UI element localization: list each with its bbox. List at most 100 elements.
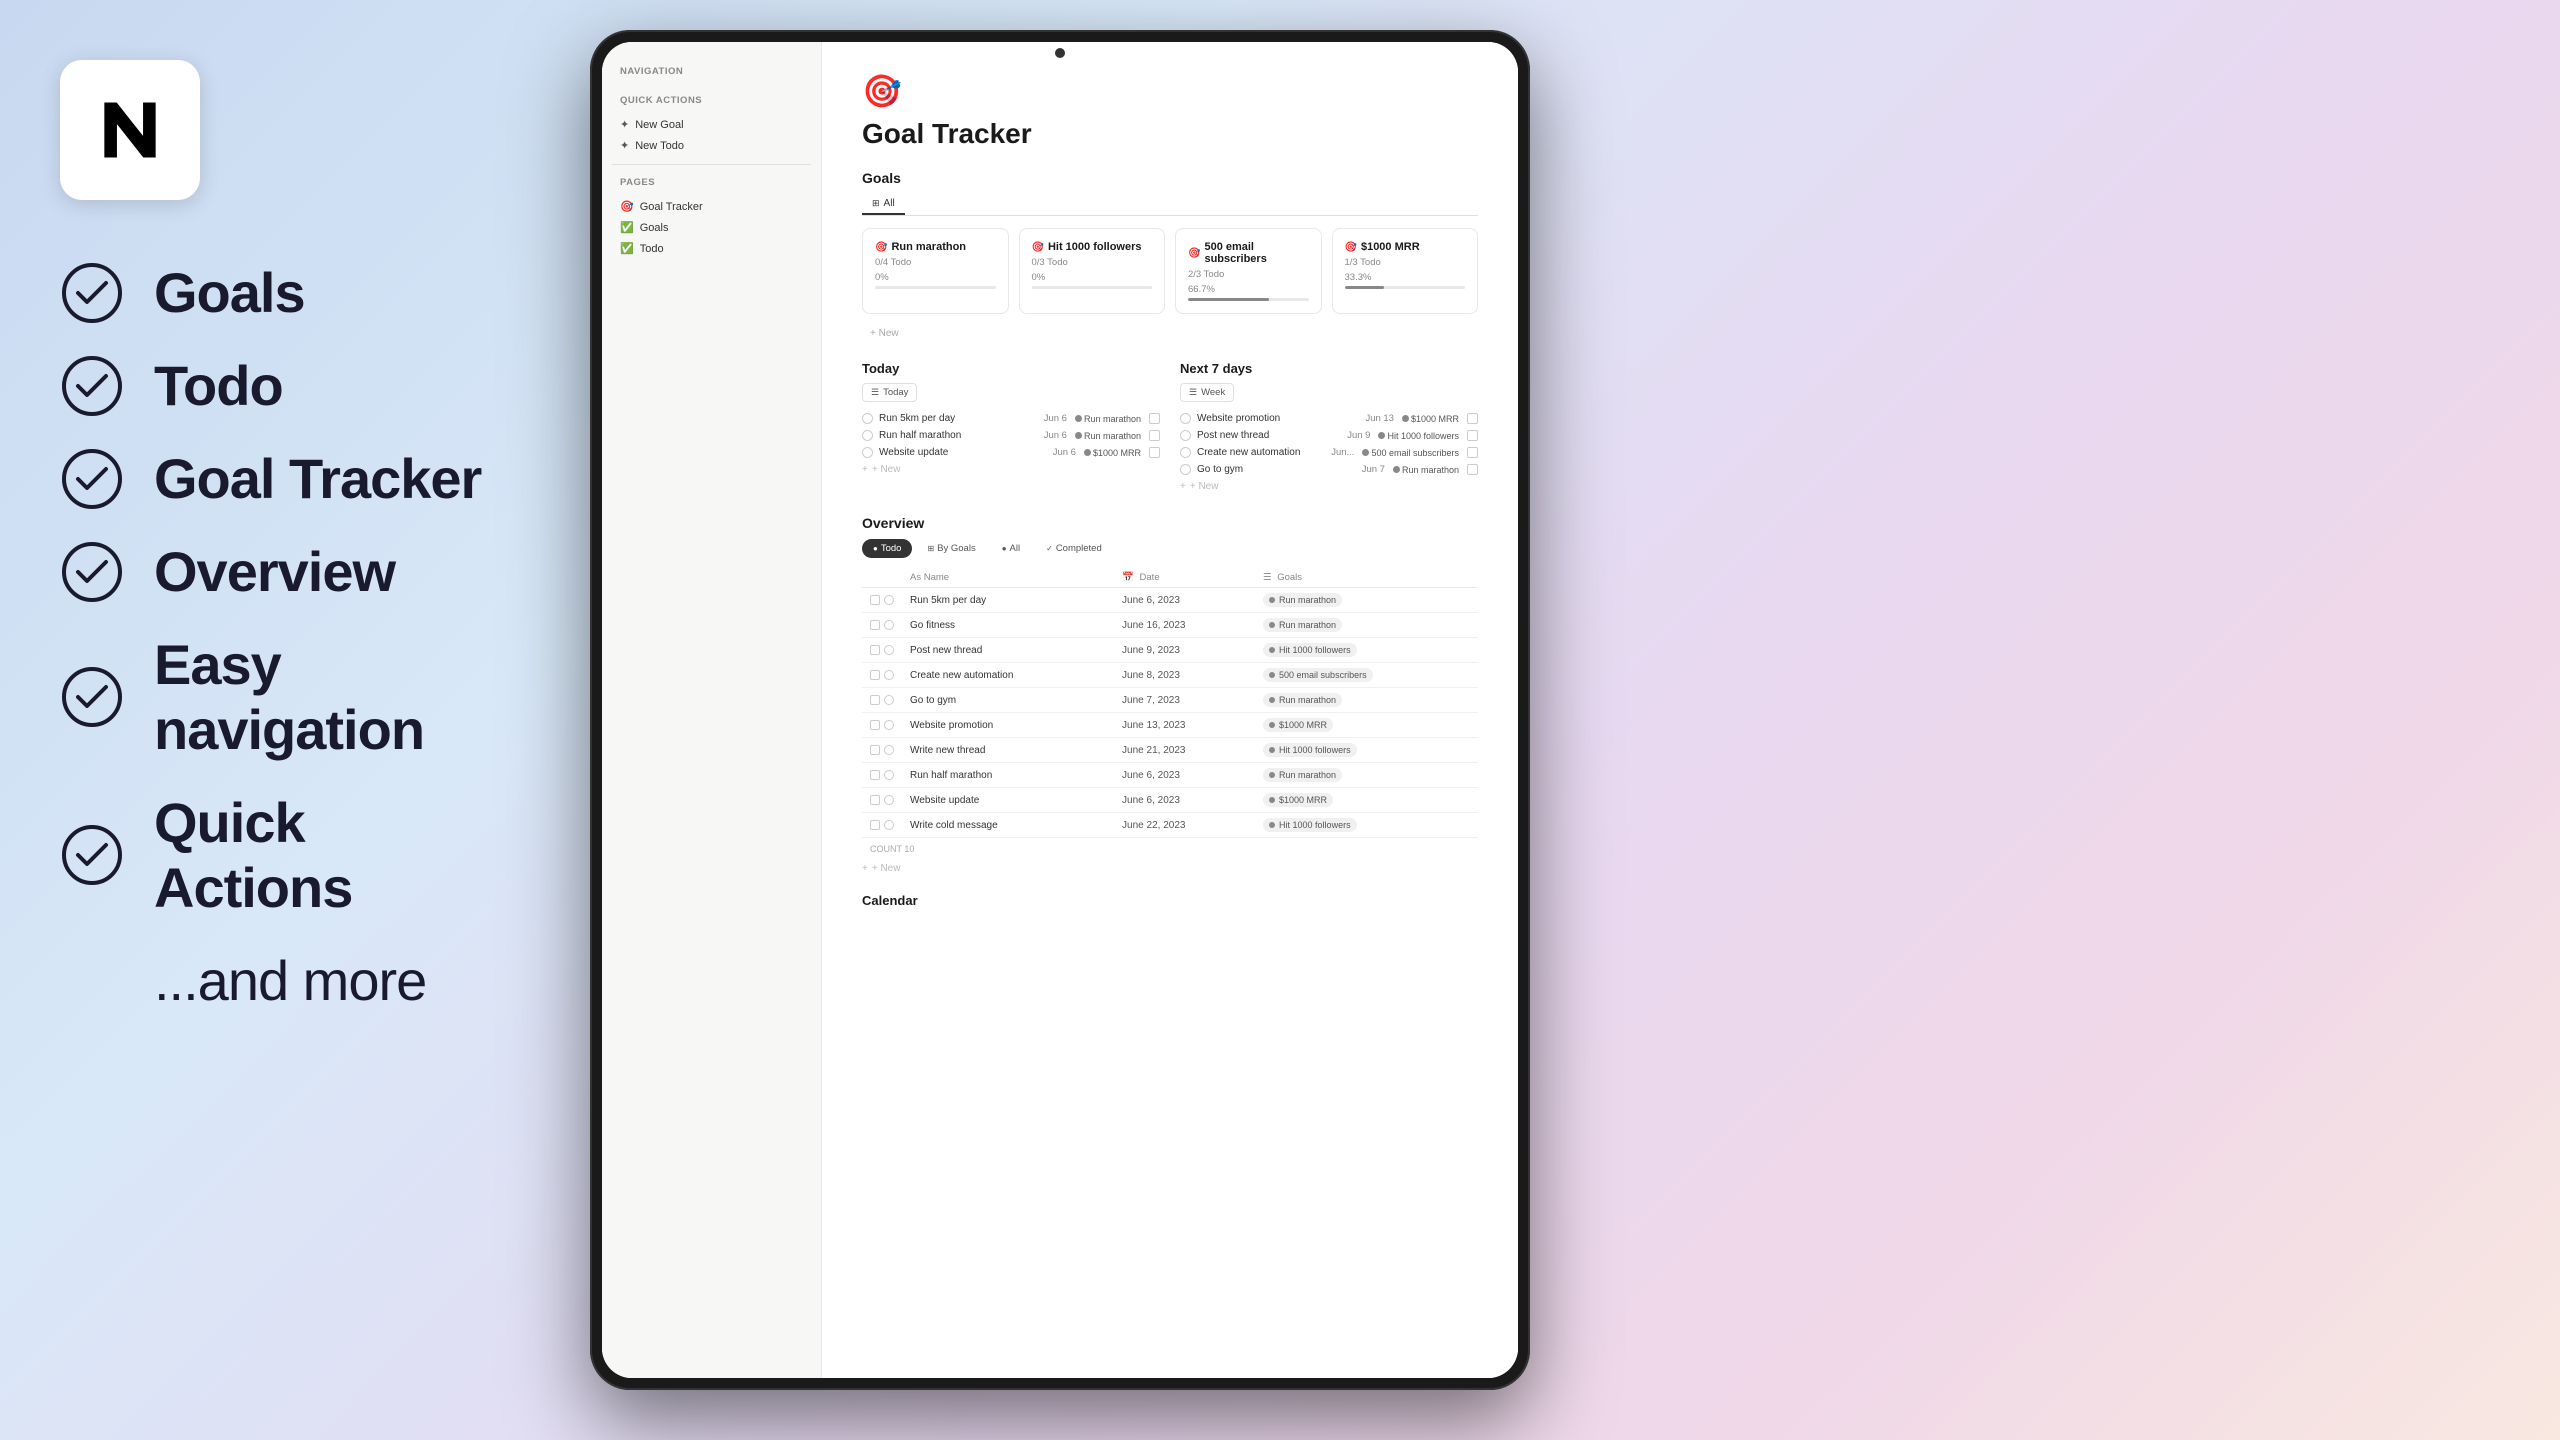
goal-dot-3	[1084, 449, 1091, 456]
row-checkbox-4[interactable]	[870, 695, 880, 705]
feature-todo-label: Todo	[154, 353, 283, 418]
goal-card-run-marathon-progress-bar	[875, 286, 996, 289]
next7-add-label: + New	[1190, 481, 1219, 492]
task-checkbox-3[interactable]	[1149, 447, 1160, 458]
overview-table: As Name 📅 Date ☰ Goals	[862, 568, 1478, 838]
goals-view-tab-all[interactable]: ⊞ All	[862, 194, 905, 215]
table-row: Create new automation June 8, 2023 500 e…	[862, 663, 1478, 688]
list-icon-week: ☰	[1189, 387, 1197, 398]
table-row-goal-9: Hit 1000 followers	[1255, 813, 1478, 838]
next7-task-3-date: Jun...	[1331, 447, 1354, 458]
task-circle-2[interactable]	[862, 430, 873, 441]
row-checkbox-1[interactable]	[870, 620, 880, 630]
sidebar-page-goal-tracker[interactable]: 🎯 Goal Tracker	[612, 196, 811, 217]
today-add-task[interactable]: + + New	[862, 461, 1160, 478]
row-circle-2[interactable]	[884, 645, 894, 655]
next7-view-tab[interactable]: ☰ Week	[1180, 383, 1234, 402]
row-circle-1[interactable]	[884, 620, 894, 630]
row-circle-9[interactable]	[884, 820, 894, 830]
feature-quick-actions-label: Quick Actions	[154, 790, 500, 920]
row-circle-0[interactable]	[884, 595, 894, 605]
row-checkbox-7[interactable]	[870, 770, 880, 780]
today-task-2-name: Run half marathon	[879, 430, 961, 441]
overview-section-title: Overview	[862, 515, 1478, 531]
next7-task-3-right: Jun... 500 email subscribers	[1331, 447, 1478, 458]
sidebar-new-goal[interactable]: ✦ New Goal	[612, 114, 811, 135]
today-task-1-left: Run 5km per day	[862, 413, 955, 424]
row-checkbox-8[interactable]	[870, 795, 880, 805]
next7-checkbox-1[interactable]	[1467, 413, 1478, 424]
all-tab-label: All	[884, 198, 895, 209]
task-checkbox-1[interactable]	[1149, 413, 1160, 424]
row-checkbox-5[interactable]	[870, 720, 880, 730]
check-circle-icon-4	[60, 540, 124, 604]
row-circle-5[interactable]	[884, 720, 894, 730]
table-row-date-4: June 7, 2023	[1114, 688, 1255, 713]
table-row: Website promotion June 13, 2023 $1000 MR…	[862, 713, 1478, 738]
table-row-goal-3: 500 email subscribers	[1255, 663, 1478, 688]
today-view-tab[interactable]: ☰ Today	[862, 383, 917, 402]
table-row: Run half marathon June 6, 2023 Run marat…	[862, 763, 1478, 788]
sidebar-new-todo[interactable]: ✦ New Todo	[612, 135, 811, 156]
goal-card-mrr-progress-bar	[1345, 286, 1466, 289]
next7-task-2-goal: Hit 1000 followers	[1378, 431, 1459, 441]
feature-list: Goals Todo Goal Tracker Overview	[60, 260, 500, 1013]
overview-tab-todo[interactable]: ● Todo	[862, 539, 912, 558]
next7-checkbox-2[interactable]	[1467, 430, 1478, 441]
row-circle-6[interactable]	[884, 745, 894, 755]
row-circle-4[interactable]	[884, 695, 894, 705]
next7-circle-2[interactable]	[1180, 430, 1191, 441]
next7-task-4-goal: Run marathon	[1393, 465, 1459, 475]
overview-add-new[interactable]: + + New	[862, 860, 1478, 877]
next7-circle-1[interactable]	[1180, 413, 1191, 424]
row-checkbox-2[interactable]	[870, 645, 880, 655]
next7-task-4-left: Go to gym	[1180, 464, 1243, 475]
row-checkbox-6[interactable]	[870, 745, 880, 755]
goals-add-new[interactable]: + New	[862, 322, 1478, 345]
task-circle-3[interactable]	[862, 447, 873, 458]
next7-circle-4[interactable]	[1180, 464, 1191, 475]
next7-task-2-right: Jun 9 Hit 1000 followers	[1347, 430, 1478, 441]
overview-tab-by-goals[interactable]: ⊞ By Goals	[916, 539, 986, 558]
table-row: Website update June 6, 2023 $1000 MRR	[862, 788, 1478, 813]
next7-add-task[interactable]: + + New	[1180, 478, 1478, 495]
table-header-name: As Name	[902, 568, 1114, 588]
row-circle-7[interactable]	[884, 770, 894, 780]
table-row-name-5: Website promotion	[902, 713, 1114, 738]
goal-tag-dot-3	[1269, 672, 1275, 678]
today-task-3-name: Website update	[879, 447, 948, 458]
table-row-name-9: Write cold message	[902, 813, 1114, 838]
row-checkbox-3[interactable]	[870, 670, 880, 680]
page-icon: 🎯	[862, 72, 1478, 110]
next7-checkbox-4[interactable]	[1467, 464, 1478, 475]
row-circle-3[interactable]	[884, 670, 894, 680]
goal-tag-label-9: Hit 1000 followers	[1279, 820, 1351, 830]
by-goals-tab-dot: ⊞	[927, 544, 934, 553]
notion-logo	[60, 60, 200, 200]
task-circle-1[interactable]	[862, 413, 873, 424]
table-row-checkbox-cell-2	[862, 638, 902, 663]
overview-tabs: ● Todo ⊞ By Goals ● All	[862, 539, 1478, 558]
row-checkbox-9[interactable]	[870, 820, 880, 830]
overview-tab-completed[interactable]: ✓ Completed	[1035, 539, 1113, 558]
task-checkbox-2[interactable]	[1149, 430, 1160, 441]
next7-checkbox-3[interactable]	[1467, 447, 1478, 458]
sidebar-page-todo-label: Todo	[640, 243, 664, 255]
row-checkbox-0[interactable]	[870, 595, 880, 605]
table-row-goal-4: Run marathon	[1255, 688, 1478, 713]
overview-tab-all[interactable]: ● All	[991, 539, 1031, 558]
next7-task-4: Go to gym Jun 7 Run marathon	[1180, 461, 1478, 478]
sidebar-page-goals[interactable]: ✅ Goals	[612, 217, 811, 238]
row-circle-8[interactable]	[884, 795, 894, 805]
feature-item-more: ...and more	[154, 948, 500, 1013]
list-icon-today: ☰	[871, 387, 879, 398]
overview-tab-completed-label: Completed	[1056, 543, 1102, 554]
next7-circle-3[interactable]	[1180, 447, 1191, 458]
table-row-date-7: June 6, 2023	[1114, 763, 1255, 788]
today-task-3-right: Jun 6 $1000 MRR	[1053, 447, 1160, 458]
goals-icon: ✅	[620, 221, 634, 234]
sidebar-page-todo[interactable]: ✅ Todo	[612, 238, 811, 259]
table-row-checkbox-cell-0	[862, 588, 902, 613]
feature-goal-tracker-label: Goal Tracker	[154, 446, 481, 511]
today-task-1-right: Jun 6 Run marathon	[1044, 413, 1160, 424]
